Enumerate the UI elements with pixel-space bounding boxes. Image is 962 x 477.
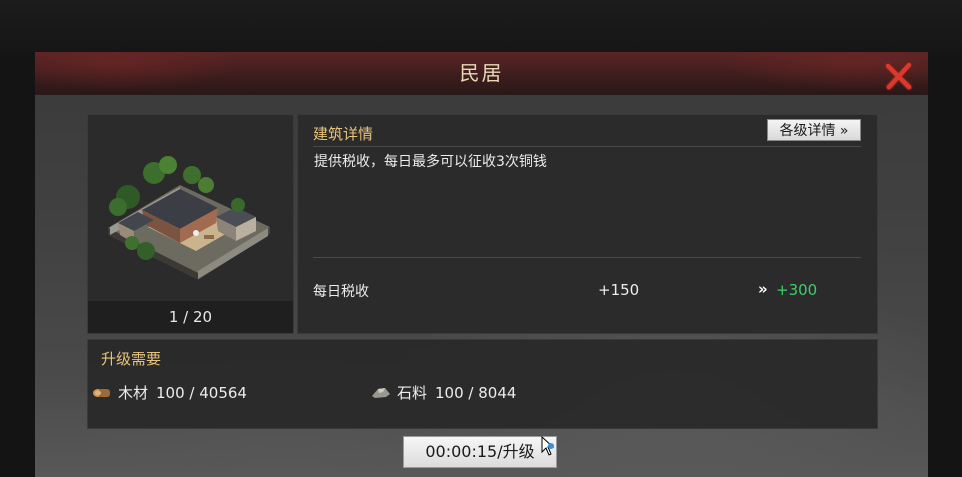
- requirements-heading: 升级需要: [101, 350, 162, 368]
- building-dialog: 民居 1 / 20 建筑详情 各级详情 » 提供税收，每日最多可以征收3次铜钱 …: [35, 52, 928, 477]
- daily-tax-current: +150: [598, 281, 640, 299]
- stone-icon: [371, 385, 391, 403]
- upgrade-requirements-panel: 升级需要 木材 100 / 40564 石料 100 / 8044: [87, 339, 878, 429]
- level-details-button[interactable]: 各级详情 »: [767, 119, 861, 141]
- building-image-panel: 1 / 20: [87, 114, 294, 334]
- divider: [313, 146, 861, 147]
- divider: [313, 257, 861, 258]
- upgrade-button[interactable]: 00:00:15/升级: [403, 436, 557, 468]
- resource-stone: 石料 100 / 8044: [371, 382, 516, 403]
- close-icon: [884, 61, 913, 91]
- background: [0, 0, 962, 52]
- dialog-title: 民居: [459, 61, 504, 85]
- resource-name: 木材: [118, 384, 149, 402]
- daily-tax-next: +300: [776, 281, 818, 299]
- wood-icon: [92, 385, 112, 403]
- house-image: [108, 156, 270, 280]
- resource-amount: 100 / 8044: [435, 384, 517, 402]
- resource-wood: 木材 100 / 40564: [92, 382, 247, 403]
- building-level: 1 / 20: [88, 301, 293, 333]
- details-heading: 建筑详情: [313, 125, 374, 143]
- resource-amount: 100 / 40564: [156, 384, 247, 402]
- resource-name: 石料: [397, 384, 428, 402]
- close-button[interactable]: [883, 60, 915, 92]
- building-description: 提供税收，每日最多可以征收3次铜钱: [314, 154, 547, 170]
- double-chevron-icon: »: [758, 280, 768, 298]
- mouse-cursor-icon: [541, 436, 555, 456]
- daily-tax-label: 每日税收: [313, 284, 369, 300]
- dialog-titlebar: 民居: [35, 52, 928, 95]
- building-details-panel: 建筑详情 各级详情 » 提供税收，每日最多可以征收3次铜钱 每日税收 +150 …: [297, 114, 878, 334]
